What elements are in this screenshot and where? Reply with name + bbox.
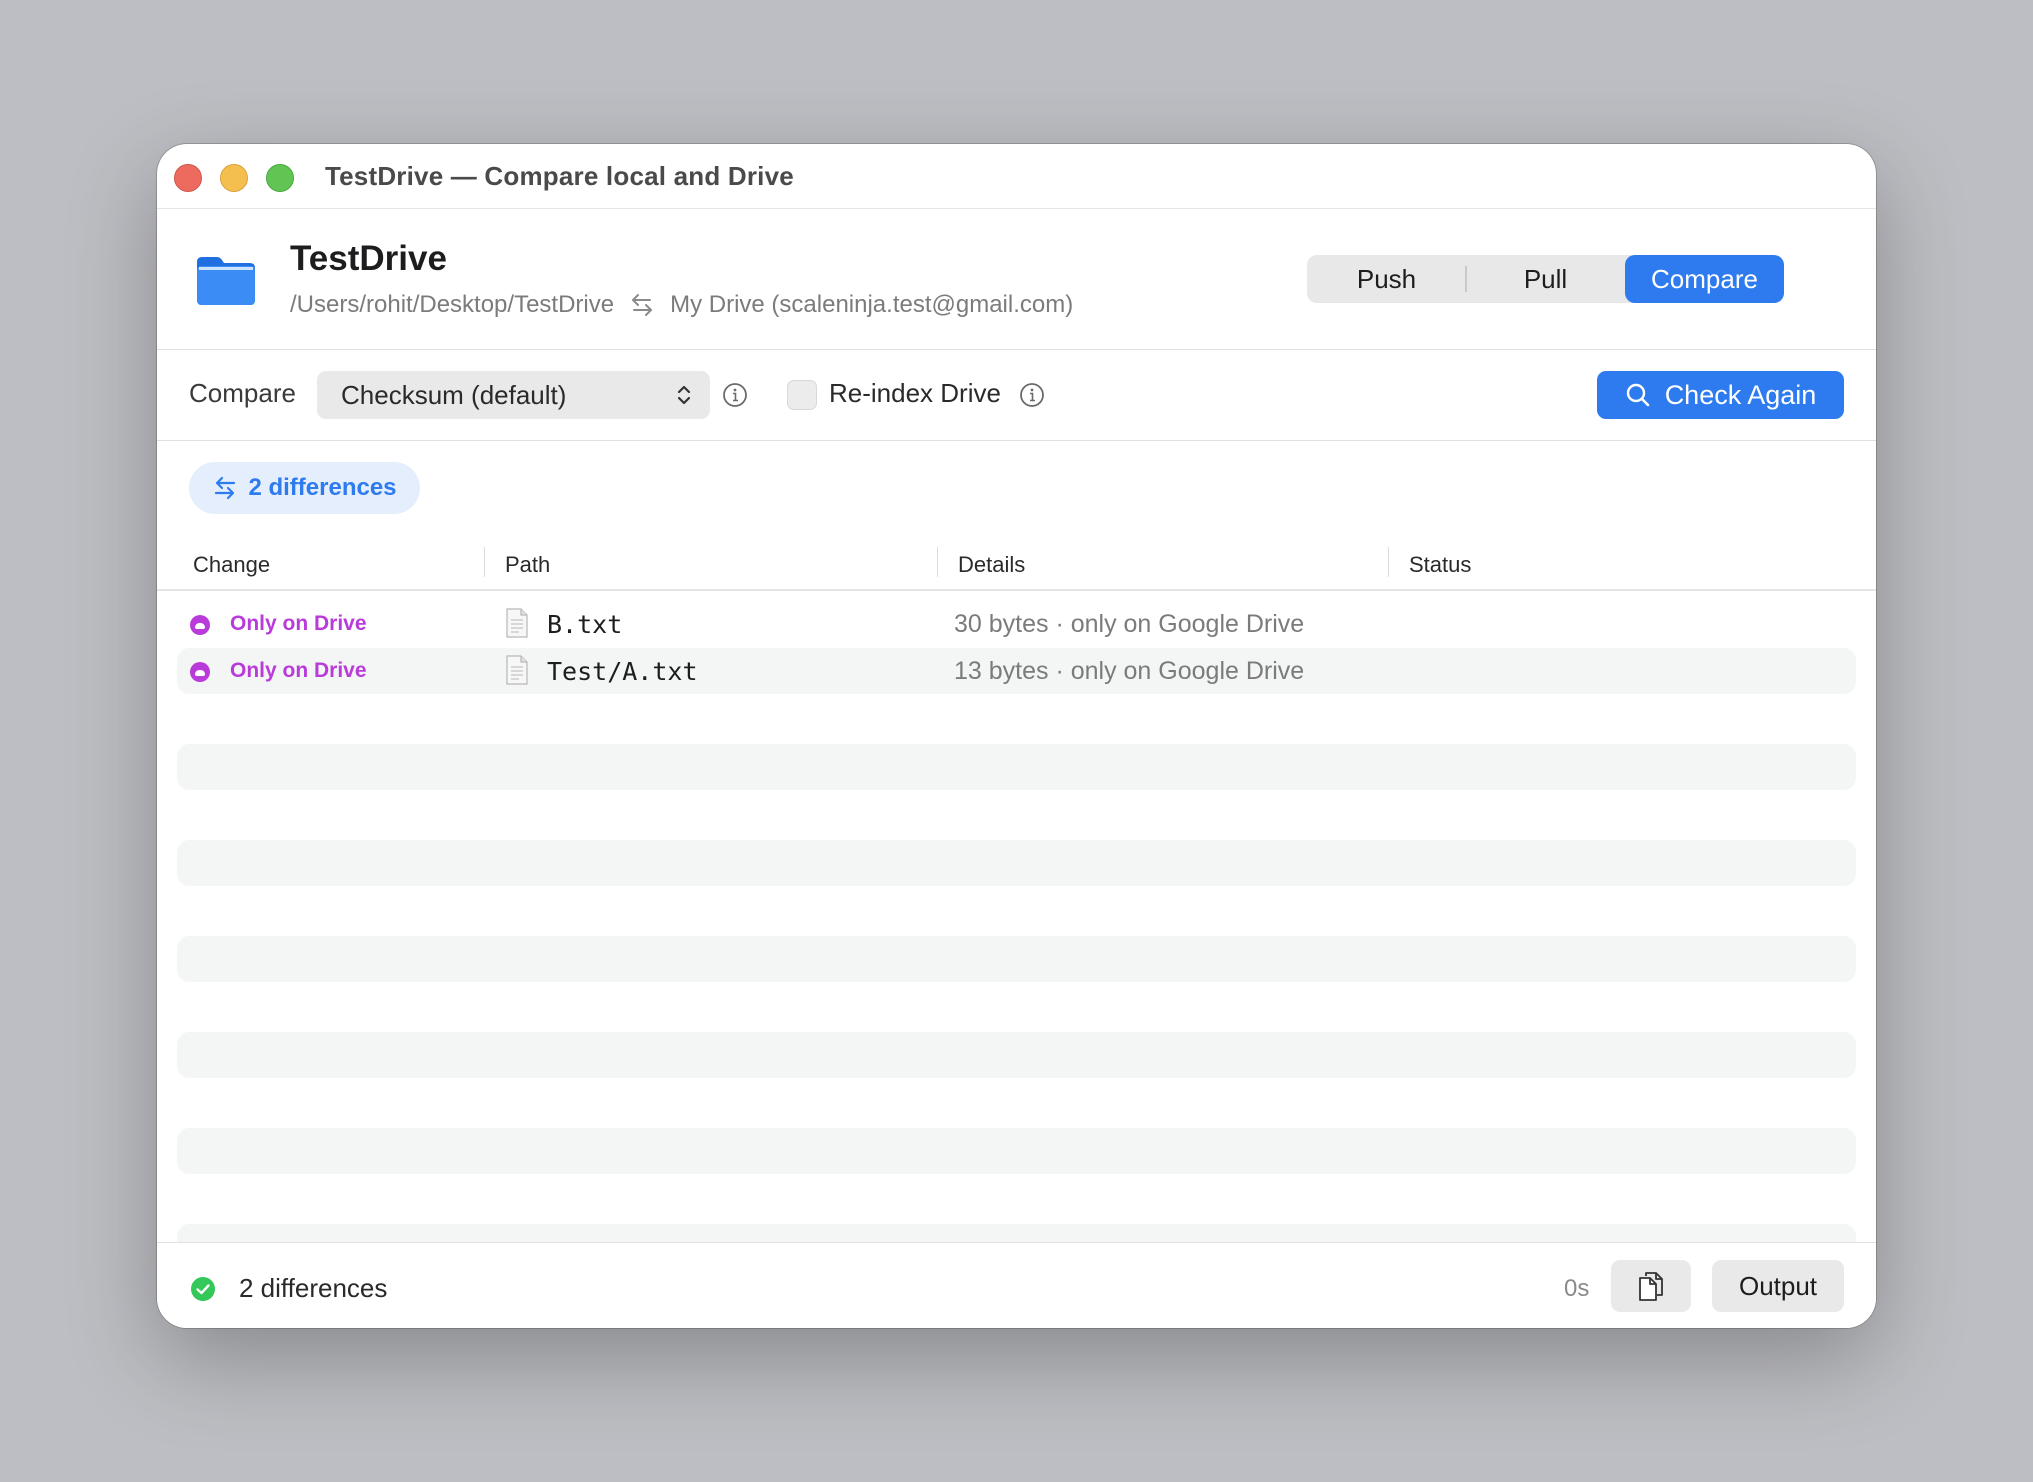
differences-pill[interactable]: 2 differences	[189, 462, 420, 514]
cloud-icon	[190, 615, 210, 635]
maximize-window-button[interactable]	[266, 164, 294, 192]
copy-icon	[1639, 1272, 1663, 1301]
table-header: Change Path Details Status	[157, 544, 1876, 591]
status-text: 2 differences	[239, 1273, 388, 1303]
checkmark-circle-icon	[191, 1277, 215, 1301]
local-path: /Users/rohit/Desktop/TestDrive	[290, 291, 615, 318]
folder-icon	[197, 257, 255, 305]
mode-segmented-control: Push Pull Compare	[1307, 255, 1784, 303]
path-line: /Users/rohit/Desktop/TestDrive My Drive …	[290, 291, 1073, 319]
close-window-button[interactable]	[174, 164, 202, 192]
table-row[interactable]: Only on Drive Test/A.txt 13 bytes · only…	[177, 648, 1856, 694]
column-status[interactable]: Status	[1409, 552, 1471, 578]
copy-button[interactable]	[1611, 1260, 1691, 1312]
file-icon	[506, 608, 528, 638]
table-row[interactable]: Only on Drive B.txt 30 bytes · only on G…	[177, 601, 1856, 647]
change-type: Only on Drive	[230, 659, 367, 682]
chevron-up-down-icon	[677, 385, 691, 405]
pull-mode-button[interactable]: Pull	[1466, 255, 1625, 303]
file-icon	[506, 655, 528, 685]
column-divider	[1388, 547, 1389, 577]
project-name: TestDrive	[290, 239, 447, 278]
check-again-label: Check Again	[1664, 379, 1817, 410]
cloud-icon	[190, 662, 210, 682]
remote-drive: My Drive (scaleninja.test@gmail.com)	[670, 291, 1074, 318]
search-icon	[1626, 383, 1649, 407]
project-header: TestDrive /Users/rohit/Desktop/TestDrive…	[157, 209, 1876, 350]
sync-arrows-icon	[632, 294, 653, 316]
file-path: B.txt	[547, 610, 623, 639]
info-icon[interactable]	[1019, 382, 1045, 408]
empty-row	[177, 840, 1856, 886]
empty-row	[177, 1128, 1856, 1174]
output-button[interactable]: Output	[1712, 1260, 1844, 1312]
column-path[interactable]: Path	[505, 552, 550, 578]
reindex-drive-label[interactable]: Re-index Drive	[829, 378, 1001, 409]
empty-row	[177, 936, 1856, 982]
file-details: 13 bytes · only on Google Drive	[954, 657, 1305, 685]
compare-toolbar: Compare Checksum (default) Re-index Driv…	[157, 350, 1876, 441]
compare-method-label: Compare	[189, 378, 296, 408]
change-type: Only on Drive	[230, 612, 367, 635]
empty-row	[177, 744, 1856, 790]
reindex-drive-checkbox[interactable]	[787, 380, 817, 410]
file-details: 30 bytes · only on Google Drive	[954, 610, 1305, 638]
column-divider	[484, 547, 485, 577]
main-window: TestDrive — Compare local and Drive Test…	[157, 144, 1876, 1328]
elapsed-time: 0s	[1564, 1275, 1590, 1302]
status-bar: 2 differences 0s Output	[157, 1242, 1876, 1328]
title-bar: TestDrive — Compare local and Drive	[157, 144, 1876, 209]
column-change[interactable]: Change	[193, 552, 270, 578]
compare-method-value: Checksum (default)	[341, 380, 567, 410]
window-title: TestDrive — Compare local and Drive	[325, 161, 794, 191]
minimize-window-button[interactable]	[220, 164, 248, 192]
compare-method-select[interactable]: Checksum (default)	[317, 371, 710, 419]
column-details[interactable]: Details	[958, 552, 1025, 578]
push-mode-button[interactable]: Push	[1307, 255, 1466, 303]
column-divider	[937, 547, 938, 577]
compare-mode-button[interactable]: Compare	[1625, 255, 1784, 303]
differences-count: 2 differences	[248, 474, 397, 501]
info-icon[interactable]	[722, 382, 748, 408]
empty-row	[177, 1032, 1856, 1078]
sync-arrows-icon	[215, 476, 236, 500]
file-path: Test/A.txt	[547, 657, 698, 686]
check-again-button[interactable]: Check Again	[1597, 371, 1844, 419]
